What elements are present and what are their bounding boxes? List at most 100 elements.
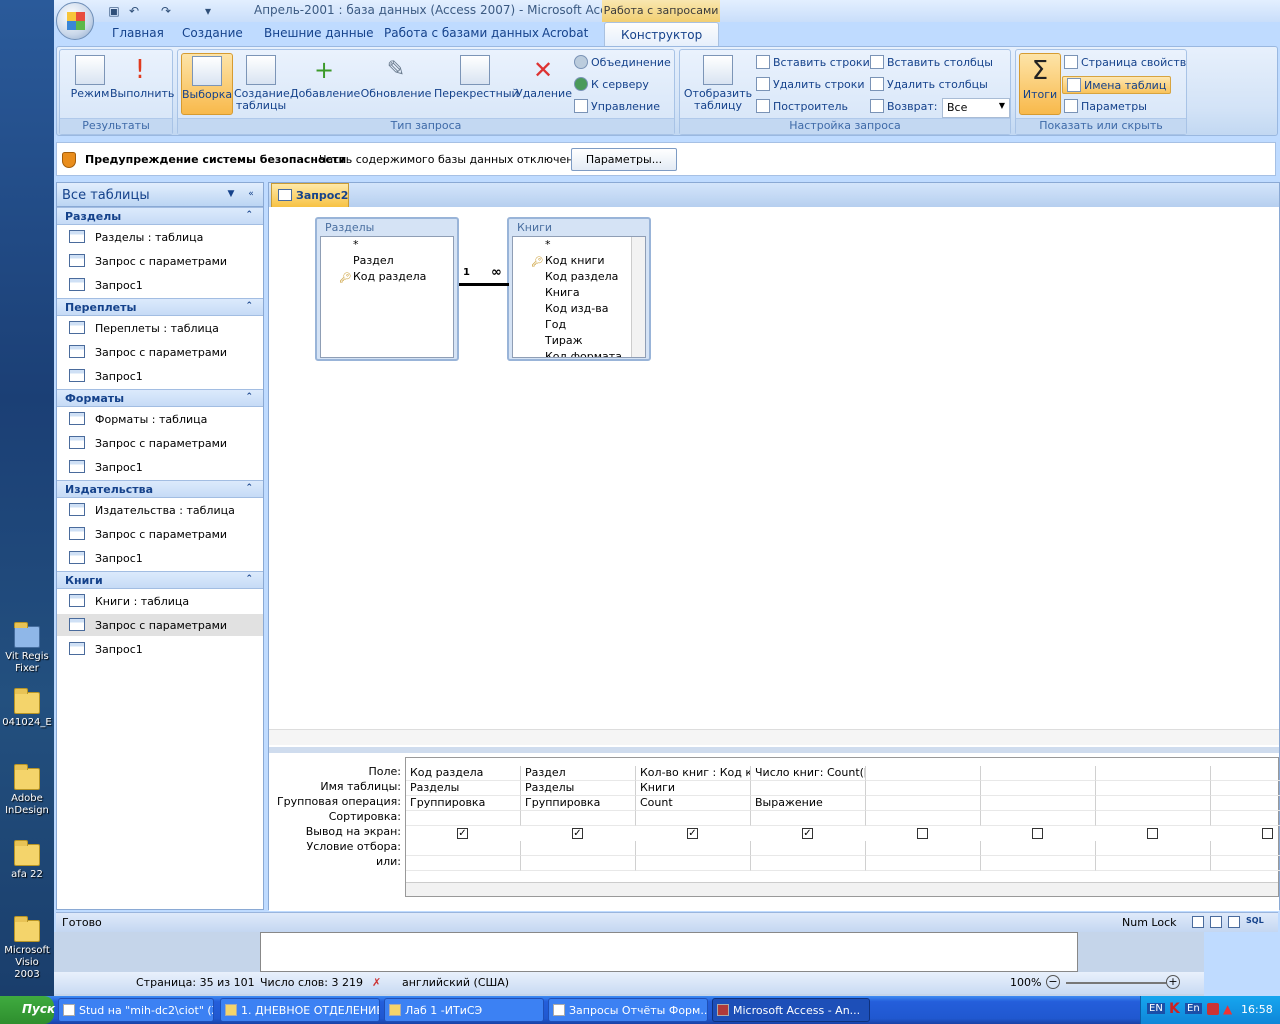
grid-cell[interactable]: Кол-во книг : Код кни (636, 766, 751, 781)
task-folder-day-dept[interactable]: 1. ДНЕВНОЕ ОТДЕЛЕНИЕ (220, 998, 380, 1022)
nav-item[interactable]: Запрос1 (57, 547, 263, 569)
parameters-button[interactable]: Параметры (1064, 98, 1147, 116)
nav-item[interactable]: Запрос1 (57, 638, 263, 660)
word-language[interactable]: английский (США) (402, 976, 509, 989)
chevron-up-icon[interactable]: ⌃ (245, 392, 253, 402)
grid-cell[interactable] (1211, 841, 1280, 856)
insert-columns-button[interactable]: Вставить столбцы (870, 54, 993, 72)
undo-icon[interactable]: ↶ (126, 3, 142, 19)
grid-cell[interactable] (636, 856, 751, 871)
input-language-indicator[interactable]: En (1185, 1003, 1202, 1014)
diagram-horizontal-scrollbar[interactable] (269, 729, 1279, 745)
keyboard-k-icon[interactable]: K (1169, 1001, 1180, 1017)
desktop-icon-adobe-indesign[interactable]: Adobe InDesign (2, 764, 52, 817)
grid-cell[interactable] (1096, 856, 1211, 871)
pivot-table-view-icon[interactable] (1210, 916, 1222, 928)
task-lab1[interactable]: Лаб 1 -ИТиСЭ (384, 998, 544, 1022)
security-options-button[interactable]: Параметры... (571, 148, 677, 171)
field-item[interactable]: Тираж (513, 333, 645, 349)
field-item[interactable]: Код раздела (513, 269, 645, 285)
grid-cell[interactable] (521, 841, 636, 856)
grid-cell[interactable] (1211, 811, 1280, 826)
save-icon[interactable]: ▣ (106, 3, 122, 19)
desktop-icon-folder-041024[interactable]: 041024_E (2, 688, 52, 729)
task-stud-drive[interactable]: Stud на "mih-dc2\ciot" (Z:) (58, 998, 214, 1022)
grid-cell[interactable] (406, 856, 521, 871)
tab-home[interactable]: Главная (112, 26, 164, 40)
nav-item[interactable]: Книги : таблица (57, 590, 263, 612)
customize-qat-icon[interactable]: ▾ (200, 3, 216, 19)
nav-item[interactable]: Запрос1 (57, 365, 263, 387)
nav-item[interactable]: Запрос с параметрами (57, 523, 263, 545)
field-item[interactable]: Год (513, 317, 645, 333)
field-item[interactable]: * (321, 237, 453, 253)
tab-acrobat[interactable]: Acrobat (542, 26, 588, 40)
grid-cell[interactable]: Группировка (406, 796, 521, 811)
grid-cell[interactable]: Группировка (521, 796, 636, 811)
grid-cell[interactable] (636, 811, 751, 826)
nav-group-header[interactable]: Переплеты ⌃ (57, 298, 263, 316)
grid-cell[interactable] (866, 781, 981, 796)
datasheet-view-icon[interactable] (1192, 916, 1204, 928)
grid-cell[interactable]: Разделы (406, 781, 521, 796)
make-table-button[interactable]: Создание таблицы (234, 53, 290, 115)
field-item[interactable]: * (513, 237, 645, 253)
field-item[interactable]: Книга (513, 285, 645, 301)
table-box-razdely[interactable]: Разделы * Раздел 🔑︎ Код раздела (315, 217, 459, 361)
zoom-out-icon[interactable]: − (1046, 975, 1060, 989)
show-checkbox[interactable]: ✓ (802, 828, 813, 839)
grid-cell[interactable] (981, 811, 1096, 826)
task-microsoft-access[interactable]: Microsoft Access - An... (712, 998, 870, 1022)
grid-cell[interactable] (751, 811, 866, 826)
grid-cell[interactable] (751, 856, 866, 871)
show-checkbox[interactable] (1262, 828, 1273, 839)
nav-pane-header[interactable]: Все таблицы ▼ « (57, 183, 263, 207)
show-checkbox[interactable] (1147, 828, 1158, 839)
crosstab-button[interactable]: Перекрестный (434, 53, 519, 115)
nav-item[interactable]: Издательства : таблица (57, 499, 263, 521)
tab-query2[interactable]: Запрос2 (271, 183, 349, 207)
grid-cell[interactable] (1211, 781, 1280, 796)
table-box-knigi[interactable]: Книги * 🔑︎ Код книги Код раздела Книга Ко… (507, 217, 651, 361)
grid-cell[interactable] (866, 766, 981, 781)
grid-cell[interactable] (981, 796, 1096, 811)
pass-through-button[interactable]: К серверу (574, 76, 649, 94)
grid-cell[interactable] (981, 856, 1096, 871)
grid-cell[interactable] (1096, 811, 1211, 826)
grid-cell[interactable] (981, 841, 1096, 856)
table-names-button[interactable]: Имена таблиц (1062, 76, 1172, 94)
data-definition-button[interactable]: Управление (574, 98, 660, 116)
grid-cell[interactable] (866, 841, 981, 856)
chevron-up-icon[interactable]: ⌃ (245, 483, 253, 493)
field-item[interactable]: Код изд-ва (513, 301, 645, 317)
grid-cell[interactable]: Выражение (751, 796, 866, 811)
nav-item[interactable]: Запрос с параметрами (57, 614, 263, 636)
desktop-icon-vit-fixer[interactable]: Vit Regis Fixer (2, 622, 52, 675)
spelling-icon[interactable]: ✗ (372, 976, 381, 989)
redo-icon[interactable]: ↷ (158, 3, 174, 19)
nav-group-header[interactable]: Форматы ⌃ (57, 389, 263, 407)
field-item[interactable]: Код формата (513, 349, 645, 357)
grid-cell[interactable] (1211, 766, 1280, 781)
query-design-grid[interactable]: Код раздела Разделы Группировка ✓ Раздел Разд… (405, 757, 1280, 897)
grid-cell[interactable] (636, 841, 751, 856)
show-checkbox[interactable]: ✓ (457, 828, 468, 839)
task-word-document[interactable]: Запросы Отчёты Форм... (548, 998, 708, 1022)
sql-view-icon[interactable]: SQL (1246, 916, 1264, 930)
delete-query-button[interactable]: ✕ Удаление (516, 53, 572, 115)
grid-cell[interactable]: Код раздела (406, 766, 521, 781)
grid-cell[interactable] (981, 766, 1096, 781)
nav-item[interactable]: Запрос с параметрами (57, 432, 263, 454)
tab-design[interactable]: Конструктор (604, 22, 720, 48)
select-query-button[interactable]: Выборка (181, 53, 233, 115)
field-list-scrollbar[interactable] (631, 237, 645, 357)
grid-cell[interactable] (751, 781, 866, 796)
zoom-slider[interactable] (1066, 982, 1166, 984)
nav-item[interactable]: Запрос1 (57, 274, 263, 296)
nav-group-header[interactable]: Издательства ⌃ (57, 480, 263, 498)
grid-cell[interactable] (406, 841, 521, 856)
zoom-in-icon[interactable]: + (1166, 975, 1180, 989)
return-select[interactable]: Все ▼ (942, 98, 1010, 118)
nav-item[interactable]: Запрос1 (57, 456, 263, 478)
grid-cell[interactable] (1096, 796, 1211, 811)
